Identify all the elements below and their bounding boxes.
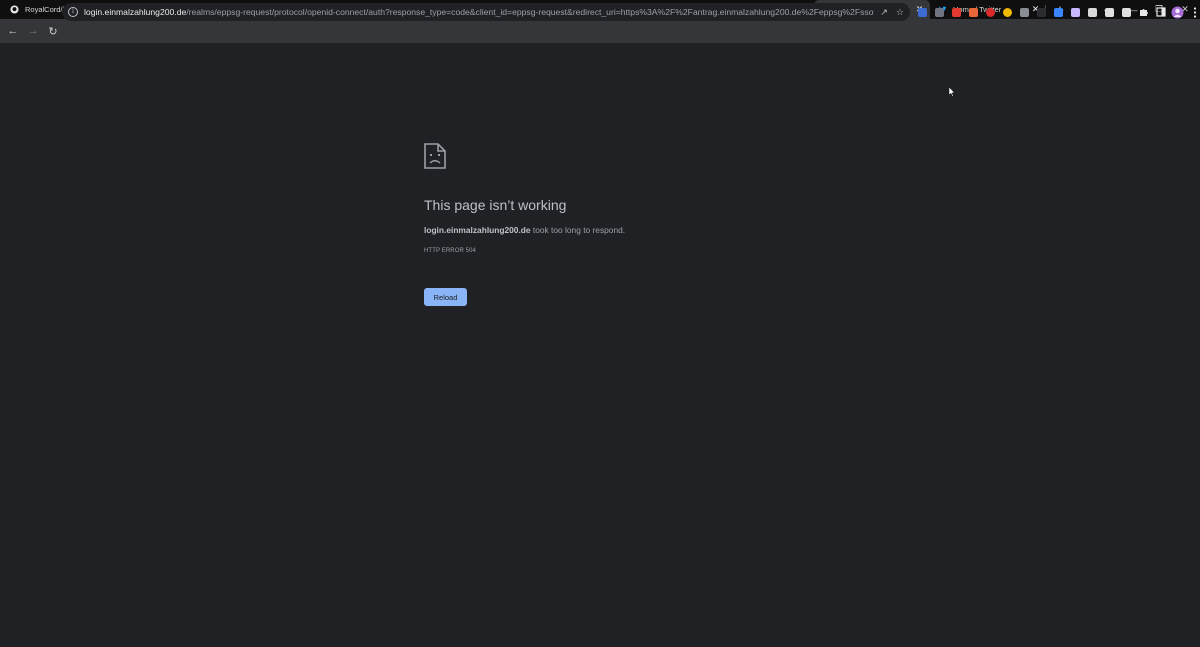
share-icon[interactable]: ↗ <box>880 7 888 18</box>
toolbar: ← → ↻ <box>0 19 1200 43</box>
url-host: login.einmalzahlung200.de <box>84 7 187 17</box>
address-bar[interactable]: i login.einmalzahlung200.de/realms/eppsg… <box>62 3 910 21</box>
error-title: This page isn’t working <box>424 197 567 213</box>
profile-avatar[interactable] <box>1169 3 1186 21</box>
url-text[interactable]: login.einmalzahlung200.de/realms/eppsg-r… <box>84 7 874 17</box>
chrome-menu-icon[interactable] <box>1186 3 1200 21</box>
mouse-cursor-icon <box>949 87 955 97</box>
error-message: login.einmalzahlung200.de took too long … <box>424 225 625 235</box>
extension-icon-12[interactable] <box>1118 3 1135 21</box>
extension-icon-2[interactable] <box>948 3 965 21</box>
github-icon <box>10 5 19 14</box>
extension-icon-5[interactable] <box>999 3 1016 21</box>
back-button[interactable]: ← <box>3 21 23 41</box>
extensions-bar <box>914 3 1200 21</box>
extension-icon-11[interactable] <box>1101 3 1118 21</box>
error-host: login.einmalzahlung200.de <box>424 225 531 235</box>
extension-icon-8[interactable] <box>1050 3 1067 21</box>
extension-icon-0[interactable] <box>914 3 931 21</box>
forward-button[interactable]: → <box>23 21 43 41</box>
side-panel-icon[interactable] <box>1152 3 1169 21</box>
extensions-puzzle-icon[interactable] <box>1135 3 1152 21</box>
extension-icon-6[interactable] <box>1016 3 1033 21</box>
error-message-text: took too long to respond. <box>530 225 626 235</box>
bookmark-star-icon[interactable]: ☆ <box>896 7 904 18</box>
url-path: /realms/eppsg-request/protocol/openid-co… <box>186 7 875 17</box>
extension-icon-3[interactable] <box>965 3 982 21</box>
sad-page-icon <box>424 143 446 169</box>
error-code: HTTP ERROR 504 <box>424 248 476 254</box>
reload-button[interactable]: Reload <box>424 288 467 306</box>
extension-icon-1[interactable] <box>931 3 948 21</box>
extension-icon-7[interactable] <box>1033 3 1050 21</box>
extension-icon-4[interactable] <box>982 3 999 21</box>
site-info-icon[interactable]: i <box>68 7 78 17</box>
reload-icon[interactable]: ↻ <box>43 21 63 41</box>
extension-icon-9[interactable] <box>1067 3 1084 21</box>
extension-icon-10[interactable] <box>1084 3 1101 21</box>
